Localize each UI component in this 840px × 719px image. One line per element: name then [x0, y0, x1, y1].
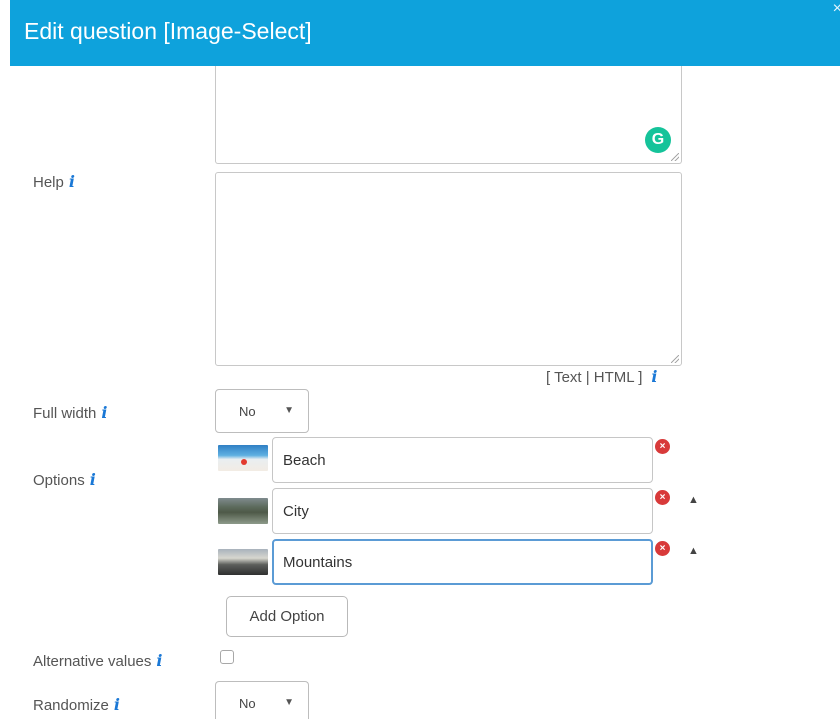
option-input-beach[interactable]: Beach: [272, 437, 653, 483]
move-up-icon[interactable]: ▲: [688, 494, 699, 506]
map-pin-icon: [241, 459, 247, 465]
info-icon[interactable]: i: [156, 651, 162, 670]
randomize-select[interactable]: No ▼: [215, 681, 309, 719]
resize-handle[interactable]: [671, 153, 679, 161]
option-input-city[interactable]: City: [272, 488, 653, 534]
info-icon[interactable]: i: [90, 470, 96, 489]
resize-handle[interactable]: [671, 355, 679, 363]
chevron-down-icon: ▼: [284, 697, 294, 708]
move-up-icon[interactable]: ▲: [688, 545, 699, 557]
mountains-thumbnail[interactable]: [218, 549, 268, 575]
alternative-values-label: Alternative values i: [33, 651, 163, 670]
options-label: Options i: [33, 470, 96, 489]
remove-option-icon[interactable]: ×: [655, 490, 670, 505]
help-text-area[interactable]: [215, 172, 682, 366]
dialog-title: Edit question [Image-Select]: [24, 18, 312, 44]
remove-option-icon[interactable]: ×: [655, 541, 670, 556]
add-option-button[interactable]: Add Option: [226, 596, 348, 637]
option-input-mountains[interactable]: Mountains: [272, 539, 653, 585]
help-label: Help i: [33, 172, 75, 191]
chevron-down-icon: ▼: [284, 405, 294, 416]
full-width-value: No: [239, 404, 256, 419]
close-icon[interactable]: ×: [833, 0, 840, 18]
beach-thumbnail[interactable]: [218, 445, 268, 471]
info-icon[interactable]: i: [114, 695, 120, 714]
dialog-header: Edit question [Image-Select] ×: [10, 0, 840, 66]
grammarly-icon[interactable]: G: [645, 127, 671, 153]
format-toggle[interactable]: [ Text | HTML ] i: [546, 367, 658, 386]
full-width-select[interactable]: No ▼: [215, 389, 309, 433]
remove-option-icon[interactable]: ×: [655, 439, 670, 454]
question-text-area[interactable]: G: [215, 66, 682, 164]
info-icon[interactable]: i: [651, 367, 657, 386]
alternative-values-checkbox[interactable]: [220, 650, 234, 664]
randomize-value: No: [239, 696, 256, 711]
info-icon[interactable]: i: [101, 403, 107, 422]
info-icon[interactable]: i: [69, 172, 75, 191]
randomize-label: Randomize i: [33, 695, 120, 714]
full-width-label: Full width i: [33, 403, 108, 422]
city-thumbnail[interactable]: [218, 498, 268, 524]
